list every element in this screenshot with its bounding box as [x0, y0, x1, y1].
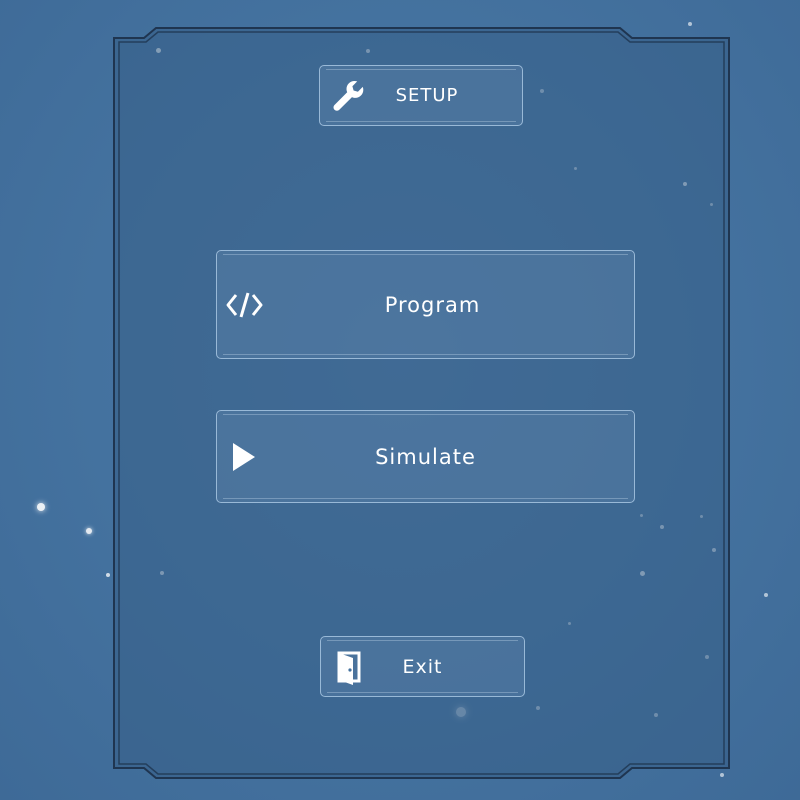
program-button[interactable]: Program: [216, 250, 635, 359]
setup-label: SETUP: [395, 85, 459, 106]
simulate-button[interactable]: Simulate: [216, 410, 635, 503]
setup-button[interactable]: SETUP: [319, 65, 523, 126]
simulate-label: Simulate: [375, 444, 476, 469]
exit-label: Exit: [402, 655, 443, 678]
star: [764, 593, 768, 597]
star: [86, 528, 92, 534]
program-label: Program: [384, 292, 481, 317]
star: [37, 503, 45, 511]
exit-button[interactable]: Exit: [320, 636, 525, 697]
